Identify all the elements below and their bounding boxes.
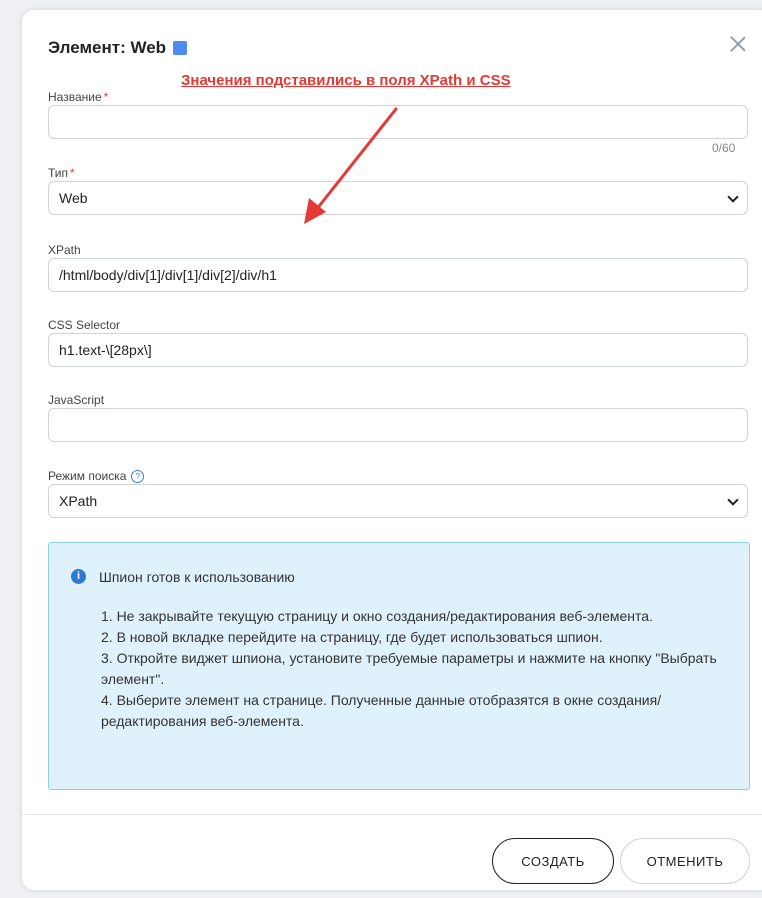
info-item: 2. В новой вкладке перейдите на страницу… (101, 629, 603, 645)
name-input[interactable] (48, 105, 748, 139)
xpath-input[interactable] (48, 258, 748, 292)
css-selector-input[interactable] (48, 333, 748, 367)
chevron-down-icon (727, 193, 737, 203)
footer-divider (22, 814, 762, 815)
javascript-label: JavaScript (48, 393, 105, 407)
info-item: 4. Выберите элемент на странице. Получен… (101, 692, 662, 729)
info-title: Шпион готов к использованию (99, 569, 295, 585)
modal-title: Элемент: Web (48, 38, 167, 57)
search-mode-select[interactable]: XPath (48, 484, 748, 518)
search-mode-label: Режим поиска? (48, 469, 145, 484)
css-selector-label: CSS Selector (48, 318, 121, 332)
chevron-down-icon (727, 496, 737, 506)
search-mode-select-value: XPath (59, 493, 98, 509)
close-icon[interactable] (728, 34, 748, 54)
type-select[interactable]: Web (48, 181, 748, 215)
annotation-text: Значения подставились в поля XPath и CSS (181, 72, 511, 89)
info-item: 1. Не закрывайте текущую страницу и окно… (101, 608, 653, 624)
info-item: 3. Откройте виджет шпиона, установите тр… (101, 650, 717, 687)
javascript-input[interactable] (48, 408, 748, 442)
type-select-value: Web (59, 190, 88, 206)
name-char-counter: 0/60 (712, 141, 736, 155)
name-label: Название * (48, 90, 109, 104)
info-icon: i (71, 569, 86, 584)
create-button[interactable]: СОЗДАТЬ (492, 838, 614, 884)
xpath-label: XPath (48, 243, 81, 257)
spy-info-box: i Шпион готов к использованию 1. Не закр… (48, 542, 750, 790)
type-label: Тип * (48, 166, 75, 180)
element-modal: Элемент: Web Название * 0/60 Тип * Web XPa… (22, 10, 762, 890)
modal-header: Элемент: Web (48, 36, 188, 60)
web-type-square-icon (173, 41, 188, 55)
help-icon[interactable]: ? (131, 470, 145, 484)
cancel-button[interactable]: ОТМЕНИТЬ (620, 838, 750, 884)
info-list: 1. Не закрывайте текущую страницу и окно… (101, 606, 721, 732)
